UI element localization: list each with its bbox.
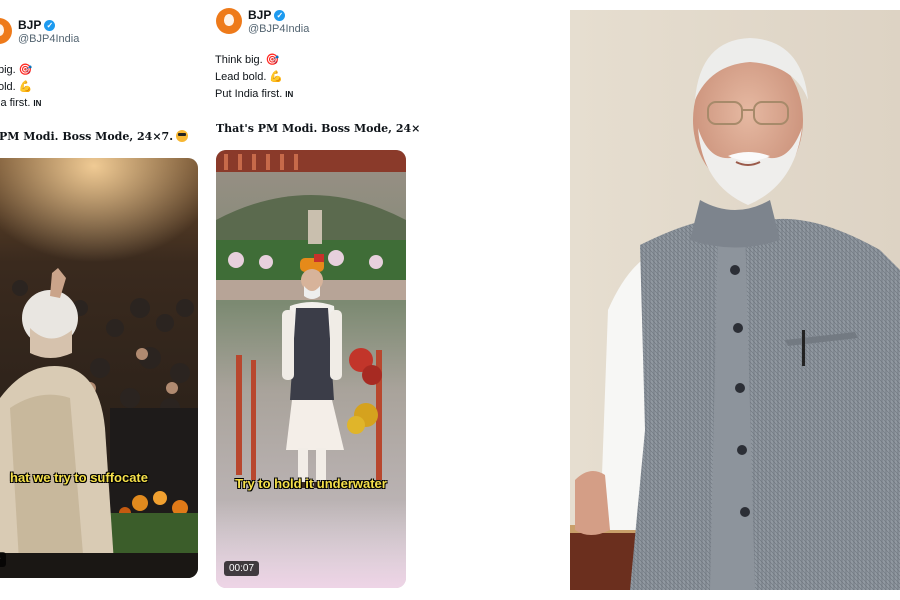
user-handle[interactable]: @BJP4India — [248, 23, 309, 35]
tweet-line-1: big. 🎯 — [0, 64, 33, 76]
tweet-card: BJP ✓ @BJP4India Think big. 🎯 Lead bold. 💪… — [210, 0, 420, 600]
video-player[interactable]: Try to hold it underwater 00:07 — [216, 150, 406, 588]
video-subtitle: hat we try to suffocate — [10, 470, 148, 485]
tweet-bold-line: PM Modi. Boss Mode, 24×7. — [0, 130, 189, 143]
tweet-header: BJP ✓ @BJP4India — [0, 18, 79, 45]
tweet-bold-line: That's PM Modi. Boss Mode, 24×7. — [216, 122, 420, 135]
tweet-header: BJP ✓ @BJP4India — [216, 8, 309, 35]
video-thumbnail — [0, 158, 198, 578]
verified-badge-icon: ✓ — [274, 9, 286, 21]
video-thumbnail — [216, 150, 406, 588]
user-handle[interactable]: @BJP4India — [18, 33, 79, 45]
bjp-avatar[interactable] — [0, 18, 12, 44]
video-player[interactable]: hat we try to suffocate 9 — [0, 158, 198, 578]
portrait-photo — [570, 10, 900, 590]
flexed-biceps-emoji-icon: 💪 — [269, 71, 284, 83]
sunglasses-face-emoji-icon — [176, 130, 189, 142]
display-name[interactable]: BJP — [18, 18, 41, 32]
bjp-avatar[interactable] — [216, 8, 242, 34]
verified-badge-icon: ✓ — [44, 19, 56, 31]
tweet-line-1: Think big. 🎯 — [215, 54, 280, 66]
video-subtitle: Try to hold it underwater — [235, 476, 387, 491]
display-name[interactable]: BJP — [248, 8, 271, 22]
tweet-card-cropped: BJP ✓ @BJP4India big. 🎯 old. 💪 ia first. IN… — [0, 0, 210, 600]
target-emoji-icon: 🎯 — [18, 64, 33, 76]
target-emoji-icon: 🎯 — [265, 54, 280, 66]
portrait-image — [570, 10, 900, 590]
video-duration: 00:07 — [224, 561, 260, 576]
tweet-line-3: Put India first. IN — [215, 88, 294, 100]
tweet-line-2: old. 💪 — [0, 81, 33, 93]
video-duration: 9 — [0, 552, 6, 567]
india-flag-icon: IN — [33, 99, 42, 108]
flexed-biceps-emoji-icon: 💪 — [18, 81, 33, 93]
tweet-line-3: ia first. IN — [0, 97, 42, 109]
india-flag-icon: IN — [285, 90, 294, 99]
tweet-line-2: Lead bold. 💪 — [215, 71, 284, 83]
